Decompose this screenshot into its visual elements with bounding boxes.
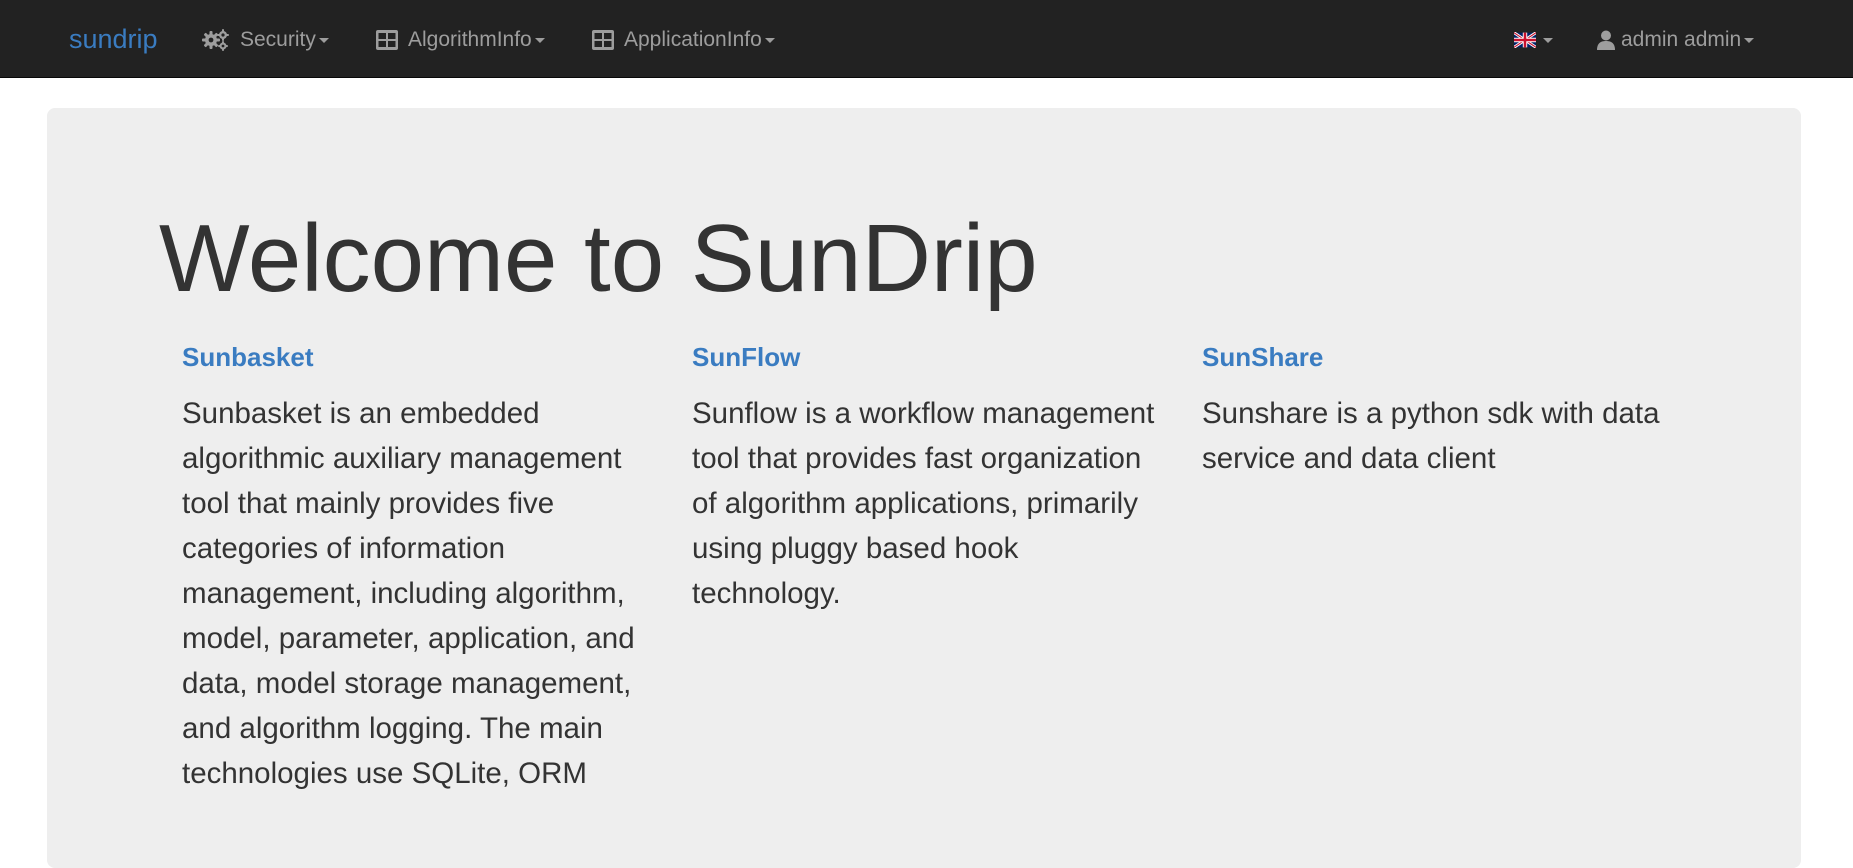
chevron-down-icon	[1543, 37, 1553, 43]
sunshare-heading-link[interactable]: SunShare	[1202, 341, 1682, 373]
user-dropdown[interactable]: admin admin	[1597, 24, 1755, 56]
table-icon	[592, 30, 614, 50]
user-name-label: admin admin	[1621, 28, 1742, 51]
sunflow-heading-link[interactable]: SunFlow	[692, 341, 1172, 373]
welcome-jumbotron: Welcome to SunDrip Sunbasket Sunbasket i…	[47, 108, 1801, 868]
sunshare-column: SunShare Sunshare is a python sdk with d…	[1202, 341, 1682, 481]
chevron-down-icon	[1744, 37, 1755, 43]
sunbasket-column: Sunbasket Sunbasket is an embedded algor…	[182, 341, 662, 796]
nav-algorithminfo-label: AlgorithmInfo	[408, 28, 532, 51]
nav-security-label: Security	[240, 28, 316, 51]
uk-flag-icon	[1514, 32, 1536, 48]
gears-icon	[202, 29, 230, 51]
nav-security-dropdown[interactable]: Security	[202, 24, 329, 56]
chevron-down-icon	[764, 37, 775, 43]
sunbasket-heading-link[interactable]: Sunbasket	[182, 341, 662, 373]
nav-applicationinfo-dropdown[interactable]: ApplicationInfo	[592, 24, 775, 56]
table-icon	[376, 30, 398, 50]
nav-applicationinfo-label: ApplicationInfo	[624, 28, 762, 51]
nav-algorithminfo-dropdown[interactable]: AlgorithmInfo	[376, 24, 545, 56]
sunflow-description: Sunflow is a workflow management tool th…	[692, 397, 1155, 610]
chevron-down-icon	[318, 37, 329, 43]
user-icon	[1597, 30, 1615, 50]
language-dropdown[interactable]	[1514, 24, 1553, 56]
sunflow-column: SunFlow Sunflow is a workflow management…	[692, 341, 1172, 616]
top-navbar: sundrip Security AlgorithmInfo Applicati…	[0, 0, 1853, 78]
sunshare-description: Sunshare is a python sdk with data servi…	[1202, 397, 1660, 475]
chevron-down-icon	[534, 37, 545, 43]
sunbasket-description: Sunbasket is an embedded algorithmic aux…	[182, 397, 635, 790]
page-title: Welcome to SunDrip	[159, 205, 1038, 312]
brand-link[interactable]: sundrip	[69, 22, 158, 56]
